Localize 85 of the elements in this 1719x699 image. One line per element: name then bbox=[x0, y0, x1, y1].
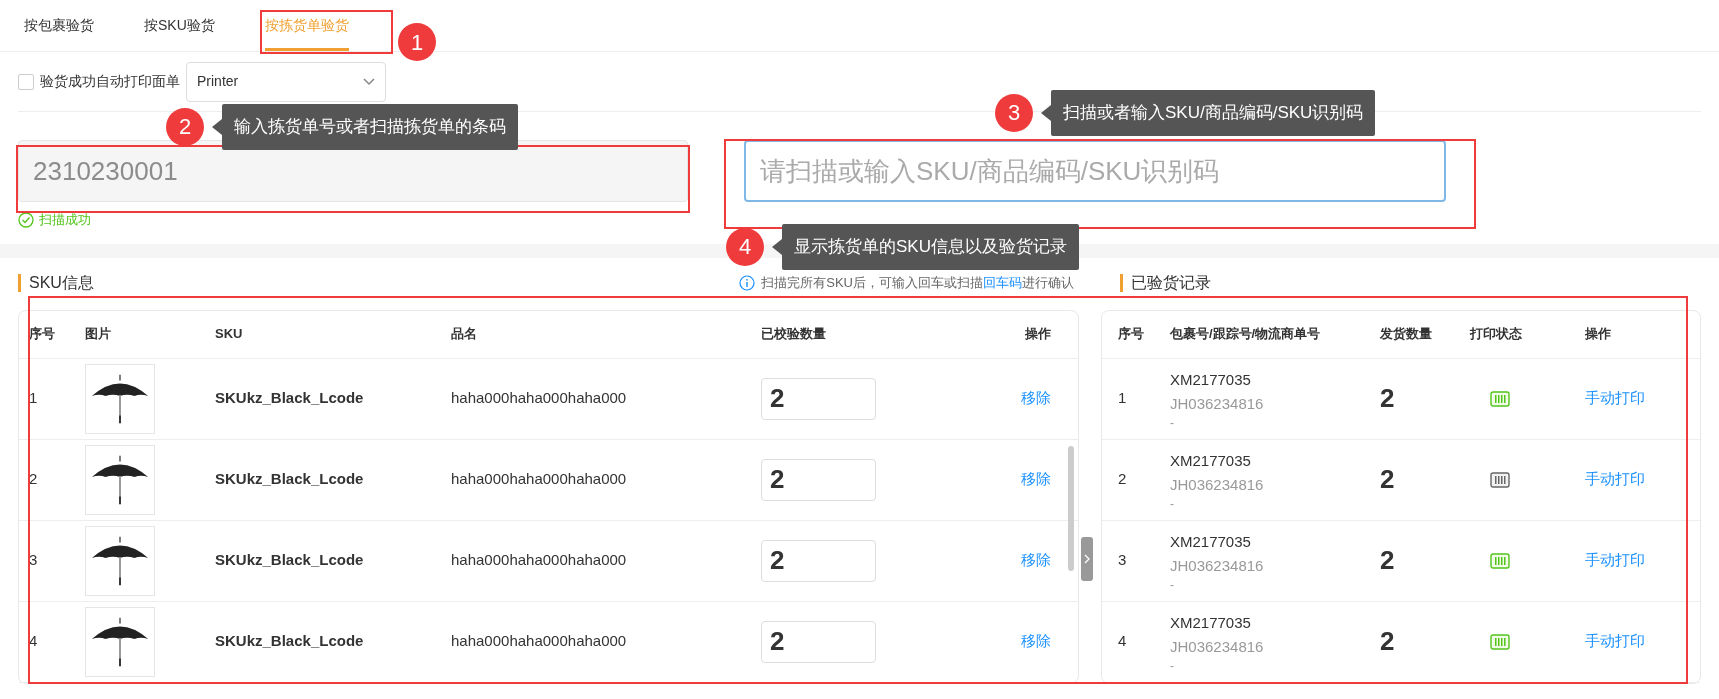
checkbox-label: 验货成功自动打印面单 bbox=[40, 72, 180, 91]
collapse-handle[interactable] bbox=[1081, 536, 1093, 581]
column-header: 品名 bbox=[451, 325, 478, 344]
scrollbar[interactable] bbox=[1068, 445, 1074, 571]
scan-status: 扫描成功 bbox=[39, 211, 91, 229]
column-header: 打印状态 bbox=[1470, 325, 1523, 344]
package-number: XM2177035 bbox=[1170, 531, 1252, 552]
remove-link[interactable]: 移除 bbox=[1021, 549, 1051, 572]
quantity-field[interactable]: 2 bbox=[761, 539, 876, 582]
carrier-number: - bbox=[1170, 415, 1175, 430]
column-header: 序号 bbox=[29, 325, 56, 344]
step-number-badge: 4 bbox=[726, 227, 764, 266]
table-cell-text: SKUkz_Black_Lcode bbox=[215, 388, 365, 409]
table-cell-text: haha000haha000haha000 bbox=[451, 631, 628, 652]
printer-select[interactable]: Printer bbox=[186, 61, 386, 102]
info-icon bbox=[739, 274, 756, 291]
table-cell-text: 1 bbox=[29, 388, 39, 409]
table-cell-text: 4 bbox=[1118, 631, 1128, 652]
table-cell-text: SKUkz_Black_Lcode bbox=[215, 469, 365, 490]
table-cell-text: 4 bbox=[29, 631, 39, 652]
table-cell-text: 3 bbox=[29, 550, 39, 571]
column-header: 序号 bbox=[1118, 325, 1145, 344]
hint-link[interactable]: 回车码 bbox=[983, 272, 1022, 293]
checkbox[interactable] bbox=[18, 73, 34, 90]
package-number: XM2177035 bbox=[1170, 450, 1252, 471]
quantity-field[interactable]: 2 bbox=[761, 458, 876, 501]
sku-field[interactable]: 请扫描或输入SKU/商品编码/SKU识别码 bbox=[744, 140, 1446, 202]
manual-print-link[interactable]: 手动打印 bbox=[1585, 549, 1695, 572]
table-cell-text: haha000haha000haha000 bbox=[451, 388, 628, 409]
column-header: SKU bbox=[215, 325, 244, 344]
quantity-field[interactable]: 2 bbox=[761, 377, 876, 420]
table-cell-text: haha000haha000haha000 bbox=[451, 469, 628, 490]
chevron-right-icon bbox=[1084, 553, 1090, 564]
tracking-number: JH036234816 bbox=[1170, 474, 1265, 495]
tab[interactable]: 按包裹验货 bbox=[24, 15, 94, 51]
remove-link[interactable]: 移除 bbox=[1021, 468, 1051, 491]
pointer-icon bbox=[772, 238, 782, 255]
callout-tooltip: 显示拣货单的SKU信息以及验货记录 bbox=[782, 224, 1079, 270]
table-cell-text: 1 bbox=[1118, 388, 1128, 409]
tab[interactable]: 按SKU验货 bbox=[144, 15, 215, 51]
hint-text: 进行确认 bbox=[1022, 273, 1074, 292]
carrier-number: - bbox=[1170, 658, 1175, 673]
carrier-number: - bbox=[1170, 496, 1175, 511]
column-header: 发货数量 bbox=[1380, 325, 1433, 344]
quantity-field[interactable]: 2 bbox=[761, 620, 876, 663]
table-cell-text: 2 bbox=[1380, 625, 1396, 658]
column-header: 已校验数量 bbox=[761, 325, 827, 344]
table-cell-text: SKUkz_Black_Lcode bbox=[215, 631, 365, 652]
check-circle-icon bbox=[18, 211, 34, 228]
remove-link[interactable]: 移除 bbox=[1021, 630, 1051, 653]
carrier-number: - bbox=[1170, 577, 1175, 592]
table-cell-text: 2 bbox=[29, 469, 39, 490]
hint-text: 扫描完所有SKU后，可输入回车或扫描 bbox=[761, 273, 983, 292]
chevron-down-icon bbox=[363, 77, 375, 86]
manual-print-link[interactable]: 手动打印 bbox=[1585, 387, 1695, 410]
section-title: 已验货记录 bbox=[1120, 273, 1211, 292]
manual-print-link[interactable]: 手动打印 bbox=[1585, 468, 1695, 491]
tracking-number: JH036234816 bbox=[1170, 636, 1265, 657]
step-number-badge: 1 bbox=[398, 23, 436, 61]
column-header: 包裹号/跟踪号/物流商单号 bbox=[1170, 325, 1322, 344]
tab[interactable]: 按拣货单验货 bbox=[264, 15, 349, 51]
table-cell-text: 2 bbox=[1380, 463, 1396, 496]
package-number: XM2177035 bbox=[1170, 612, 1252, 633]
table-cell-text: 2 bbox=[1380, 382, 1396, 415]
table-cell-text: 3 bbox=[1118, 550, 1128, 571]
package-number: XM2177035 bbox=[1170, 369, 1252, 390]
step-number-badge: 2 bbox=[166, 107, 204, 146]
pointer-icon bbox=[212, 118, 222, 135]
section-title: SKU信息 bbox=[18, 273, 94, 292]
table-cell-text: 2 bbox=[1118, 469, 1128, 490]
remove-link[interactable]: 移除 bbox=[1021, 387, 1051, 410]
manual-print-link[interactable]: 手动打印 bbox=[1585, 630, 1695, 653]
column-header: 操作 bbox=[1585, 325, 1612, 344]
column-header: 图片 bbox=[85, 325, 112, 344]
table-cell-text: SKUkz_Black_Lcode bbox=[215, 550, 365, 571]
step-number-badge: 3 bbox=[995, 93, 1033, 132]
pointer-icon bbox=[1041, 104, 1051, 121]
pick-list-field[interactable]: 2310230001 bbox=[18, 140, 688, 202]
table-cell-text: 2 bbox=[1380, 544, 1396, 577]
callout-tooltip: 扫描或者输入SKU/商品编码/SKU识别码 bbox=[1051, 90, 1376, 136]
table-cell-text: haha000haha000haha000 bbox=[451, 550, 628, 571]
column-header: 操作 bbox=[1024, 325, 1051, 344]
tracking-number: JH036234816 bbox=[1170, 555, 1265, 576]
callout-tooltip: 输入拣货单号或者扫描拣货单的条码 bbox=[222, 104, 518, 150]
tracking-number: JH036234816 bbox=[1170, 393, 1265, 414]
